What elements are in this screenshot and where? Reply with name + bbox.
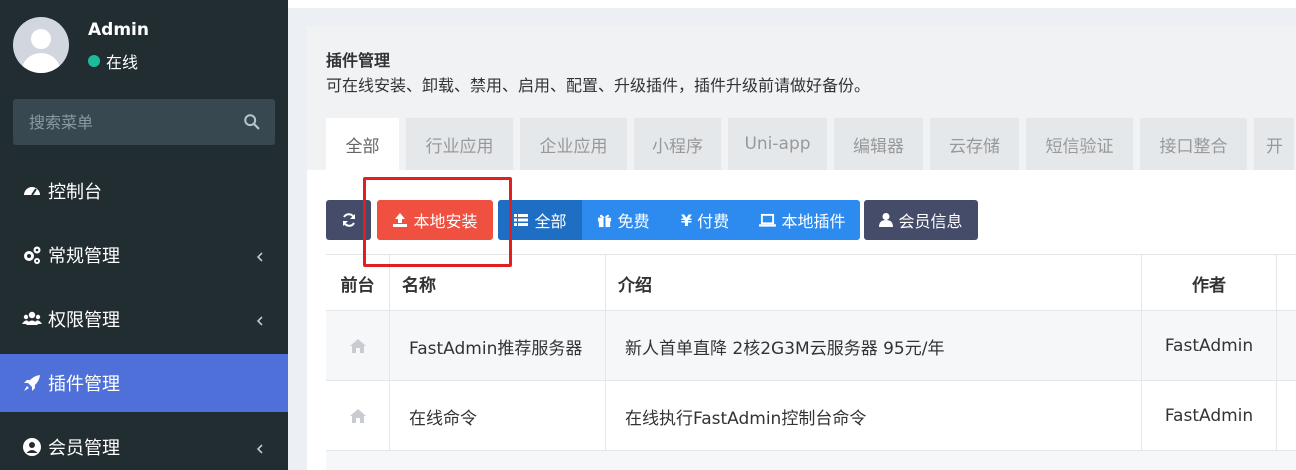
column-header-intro[interactable]: 介绍 [605,255,1141,312]
dashboard-icon [24,187,40,196]
search-icon[interactable] [243,113,261,131]
cogs-icon [24,246,41,264]
plugin-author: FastAdmin [1141,381,1276,451]
page-description: 可在线安装、卸载、禁用、启用、配置、升级插件，插件升级前请做好备份。 [326,76,871,95]
sidebar-item-plugins[interactable]: 插件管理 [0,354,288,412]
table-row[interactable] [326,451,1296,470]
refresh-icon [342,213,355,227]
filter-local-plugins-button[interactable]: 本地插件 [745,200,860,240]
member-info-label: 会员信息 [898,212,963,231]
sidebar-item-permissions[interactable]: 权限管理 [0,290,288,348]
table-row[interactable]: FastAdmin推荐服务器 新人首单直降 2核2G3M云服务器 95元/年 F… [326,311,1296,381]
panel-header: 插件管理 可在线安装、卸载、禁用、启用、配置、升级插件，插件升级前请做好备份。 … [307,26,1296,170]
column-header-extra [1276,255,1296,312]
filter-local-plugins-label: 本地插件 [781,212,846,231]
home-icon[interactable] [349,339,366,353]
user-panel: Admin 在线 [0,0,288,90]
tab-api[interactable]: 接口整合 [1140,118,1247,170]
top-header [288,0,1296,8]
filter-free-label: 免费 [617,212,650,231]
tab-editor[interactable]: 编辑器 [834,118,923,170]
tab-sms[interactable]: 短信验证 [1026,118,1133,170]
chevron-left-icon [256,316,263,326]
member-info-button[interactable]: 会员信息 [864,200,978,240]
category-tabs: 全部 行业应用 企业应用 小程序 Uni-app 编辑器 云存储 短信验证 接口… [326,118,1296,170]
table-row[interactable]: 在线命令 在线执行FastAdmin控制台命令 FastAdmin [326,381,1296,451]
user-circle-icon [23,438,41,456]
filter-free-button[interactable]: 免费 [582,200,665,240]
filter-button-group: 全部 免费 ¥ 付费 本地插件 [498,200,860,240]
list-icon [514,214,529,226]
menu-search-input[interactable] [13,99,233,145]
tab-industry[interactable]: 行业应用 [406,118,513,170]
gift-icon [598,214,612,227]
column-header-author[interactable]: 作者 [1141,255,1276,312]
chevron-left-icon [256,444,263,454]
rocket-icon [24,375,40,391]
plugin-name[interactable]: 在线命令 [389,381,605,451]
online-status-icon [88,55,100,67]
tab-miniprogram[interactable]: 小程序 [634,118,721,170]
tab-more[interactable]: 开 [1254,118,1294,170]
user-icon [879,213,894,227]
sidebar-item-label: 常规管理 [48,246,120,267]
filter-paid-label: 付费 [697,212,730,231]
user-status: 在线 [88,49,138,73]
plugin-intro: 新人首单直降 2核2G3M云服务器 95元/年 [605,311,1141,381]
users-icon [22,311,42,325]
sidebar: Admin 在线 控制台 常规管理 [0,0,288,470]
laptop-icon [759,213,777,227]
sidebar-item-members[interactable]: 会员管理 [0,418,288,470]
user-status-label: 在线 [106,53,139,72]
user-name: Admin [88,20,149,40]
sidebar-item-label: 插件管理 [48,374,120,395]
sidebar-item-label: 权限管理 [48,310,120,331]
plugin-name[interactable]: FastAdmin推荐服务器 [389,311,605,381]
tab-enterprise[interactable]: 企业应用 [520,118,627,170]
avatar[interactable] [13,17,69,73]
tab-uniapp[interactable]: Uni-app [728,118,827,170]
highlight-annotation [363,177,512,267]
sidebar-item-label: 会员管理 [48,438,120,459]
menu-search [13,99,275,145]
filter-all-label: 全部 [534,212,567,231]
sidebar-item-label: 控制台 [48,182,102,203]
plugin-intro: 在线执行FastAdmin控制台命令 [605,381,1141,451]
plugin-author: FastAdmin [1141,311,1276,381]
sidebar-item-dashboard[interactable]: 控制台 [0,162,288,220]
home-icon[interactable] [349,409,366,423]
page-title: 插件管理 [326,51,391,70]
filter-paid-button[interactable]: ¥ 付费 [665,200,745,240]
tab-cloud-storage[interactable]: 云存储 [930,118,1019,170]
chevron-left-icon [256,252,263,262]
yen-icon: ¥ [680,210,693,230]
tab-all[interactable]: 全部 [326,118,399,170]
sidebar-item-general[interactable]: 常规管理 [0,226,288,284]
